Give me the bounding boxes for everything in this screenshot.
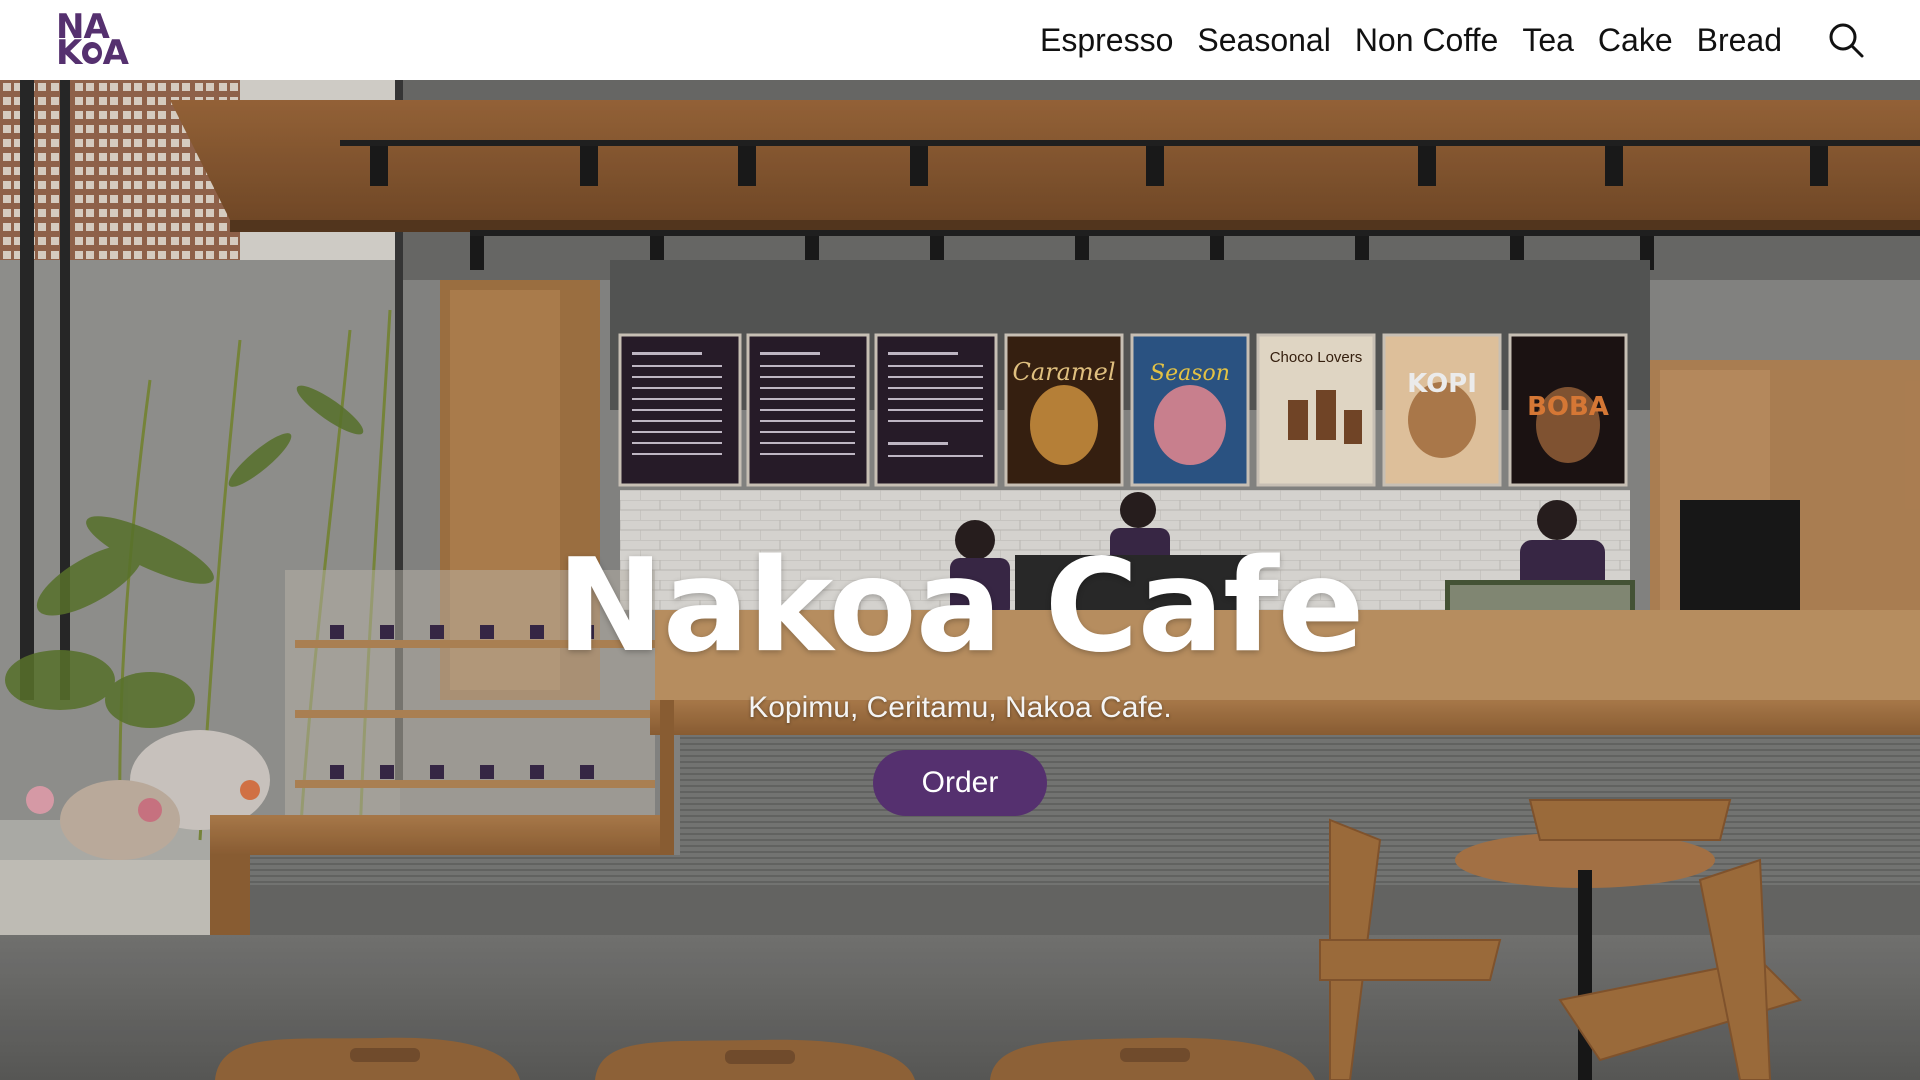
nav-item-espresso[interactable]: Espresso (1040, 0, 1173, 80)
nav-item-seasonal[interactable]: Seasonal (1197, 0, 1330, 80)
hero-section: Caramel Season Choco Lovers KOPI BOBA Na… (0, 80, 1920, 1080)
nav-item-bread[interactable]: Bread (1697, 0, 1782, 80)
logo-line-2: KA (56, 33, 129, 73)
search-icon (1829, 23, 1864, 58)
order-button[interactable]: Order (873, 750, 1047, 816)
nav-item-cake[interactable]: Cake (1598, 0, 1673, 80)
main-nav: Espresso Seasonal Non Coffe Tea Cake Bre… (1040, 0, 1866, 80)
hero-title: Nakoa Cafe (556, 532, 1365, 681)
nav-item-tea[interactable]: Tea (1522, 0, 1574, 80)
nakoa-logo[interactable]: NA KA (56, 10, 129, 73)
hero-subtitle: Kopimu, Ceritamu, Nakoa Cafe. (748, 691, 1172, 724)
logo-o-mark (82, 42, 102, 64)
top-header: NA KA Espresso Seasonal Non Coffe Tea Ca… (0, 0, 1920, 80)
logo-letter-k: K (56, 33, 82, 73)
logo-letter-a: A (102, 33, 129, 73)
hero-content: Nakoa Cafe Kopimu, Ceritamu, Nakoa Cafe.… (0, 80, 1920, 1080)
search-button[interactable] (1826, 20, 1866, 60)
nav-item-non-coffe[interactable]: Non Coffe (1355, 0, 1499, 80)
